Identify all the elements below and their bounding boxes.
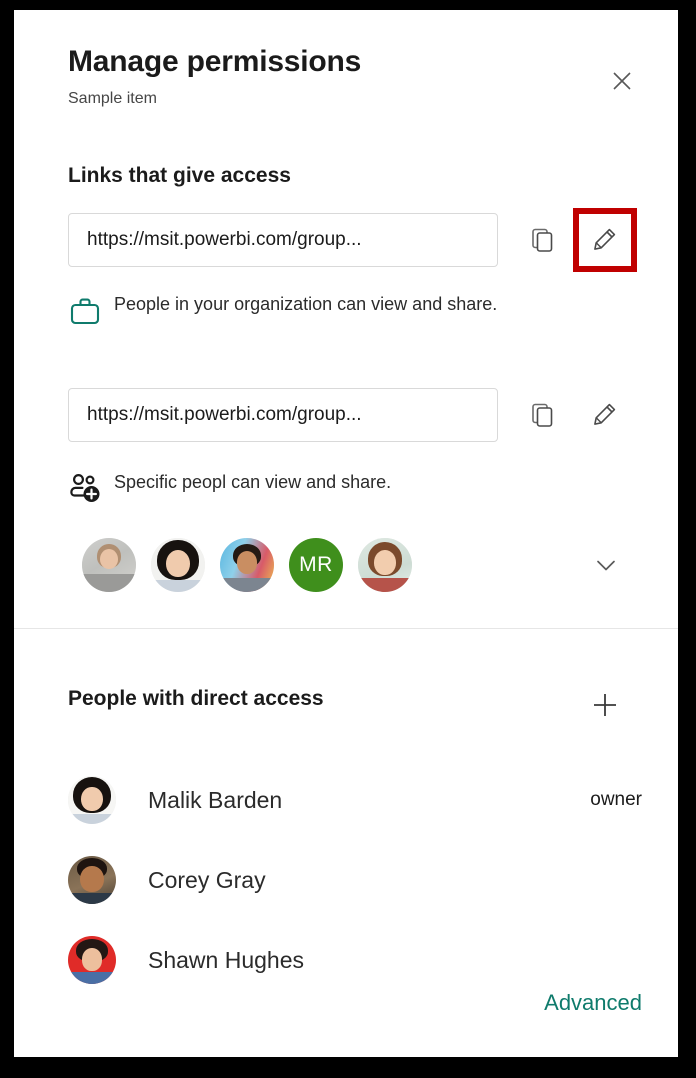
avatar-photo [151,538,205,592]
link-description-text-1: People in your organization can view and… [114,294,498,314]
people-add-icon [70,473,100,502]
avatar [68,936,116,984]
person-name: Corey Gray [148,866,266,893]
section-divider [14,628,678,629]
dialog-header: Manage permissions Sample item [14,10,678,130]
pencil-icon [594,228,616,250]
copy-link-button-1[interactable] [518,216,566,264]
briefcase-icon-wrap [68,292,114,328]
avatar[interactable] [220,538,274,592]
link-description-1: People in your organization can view and… [68,292,628,328]
advanced-link[interactable]: Advanced [544,990,642,1016]
avatar-photo [82,538,136,592]
close-button[interactable] [597,56,647,106]
avatar-photo [68,856,116,904]
person-role: owner [590,789,642,810]
add-person-button[interactable] [580,680,630,730]
direct-access-heading: People with direct access [68,687,324,710]
avatar[interactable] [82,538,136,592]
avatar [68,776,116,824]
link-url-field-1[interactable]: https://msit.powerbi.com/group... [68,213,498,267]
avatar[interactable] [358,538,412,592]
briefcase-icon [70,298,100,325]
shared-people-avatars: MR [68,530,648,600]
avatar-photo [68,936,116,984]
person-row[interactable]: Shawn Hughes [68,928,648,992]
pencil-icon [594,403,616,425]
link-url-field-2[interactable]: https://msit.powerbi.com/group... [68,388,498,442]
link-description-text-2: Specific peopl can view and share. [114,472,392,492]
copy-icon [532,403,553,427]
avatar [68,856,116,904]
link-row-1: https://msit.powerbi.com/group... [68,208,648,272]
person-row[interactable]: Corey Gray [68,848,648,912]
copy-icon [532,228,553,252]
manage-permissions-panel: Manage permissions Sample item Links tha… [14,10,678,1057]
screenshot-frame: Manage permissions Sample item Links tha… [0,0,696,1078]
copy-link-button-2[interactable] [518,391,566,439]
plus-icon [594,694,616,716]
avatar-photo [358,538,412,592]
edit-link-button-2[interactable] [580,391,628,439]
avatar-initials[interactable]: MR [289,538,343,592]
person-row[interactable]: Malik Barden owner [68,768,648,832]
person-name: Shawn Hughes [148,946,304,973]
item-subtitle: Sample item [68,90,157,107]
avatar-photo [220,538,274,592]
link-description-2: Specific peopl can view and share. [68,470,628,506]
chevron-down-icon [597,560,615,571]
person-name: Malik Barden [148,786,283,813]
avatar[interactable] [151,538,205,592]
page-title: Manage permissions [68,45,362,78]
people-add-icon-wrap [68,470,114,506]
edit-link-button-1[interactable] [580,216,628,264]
links-section-heading: Links that give access [68,164,291,187]
close-icon [613,72,631,90]
link-row-2: https://msit.powerbi.com/group... [68,388,648,444]
avatar-photo [68,776,116,824]
expand-people-button[interactable] [581,540,631,590]
